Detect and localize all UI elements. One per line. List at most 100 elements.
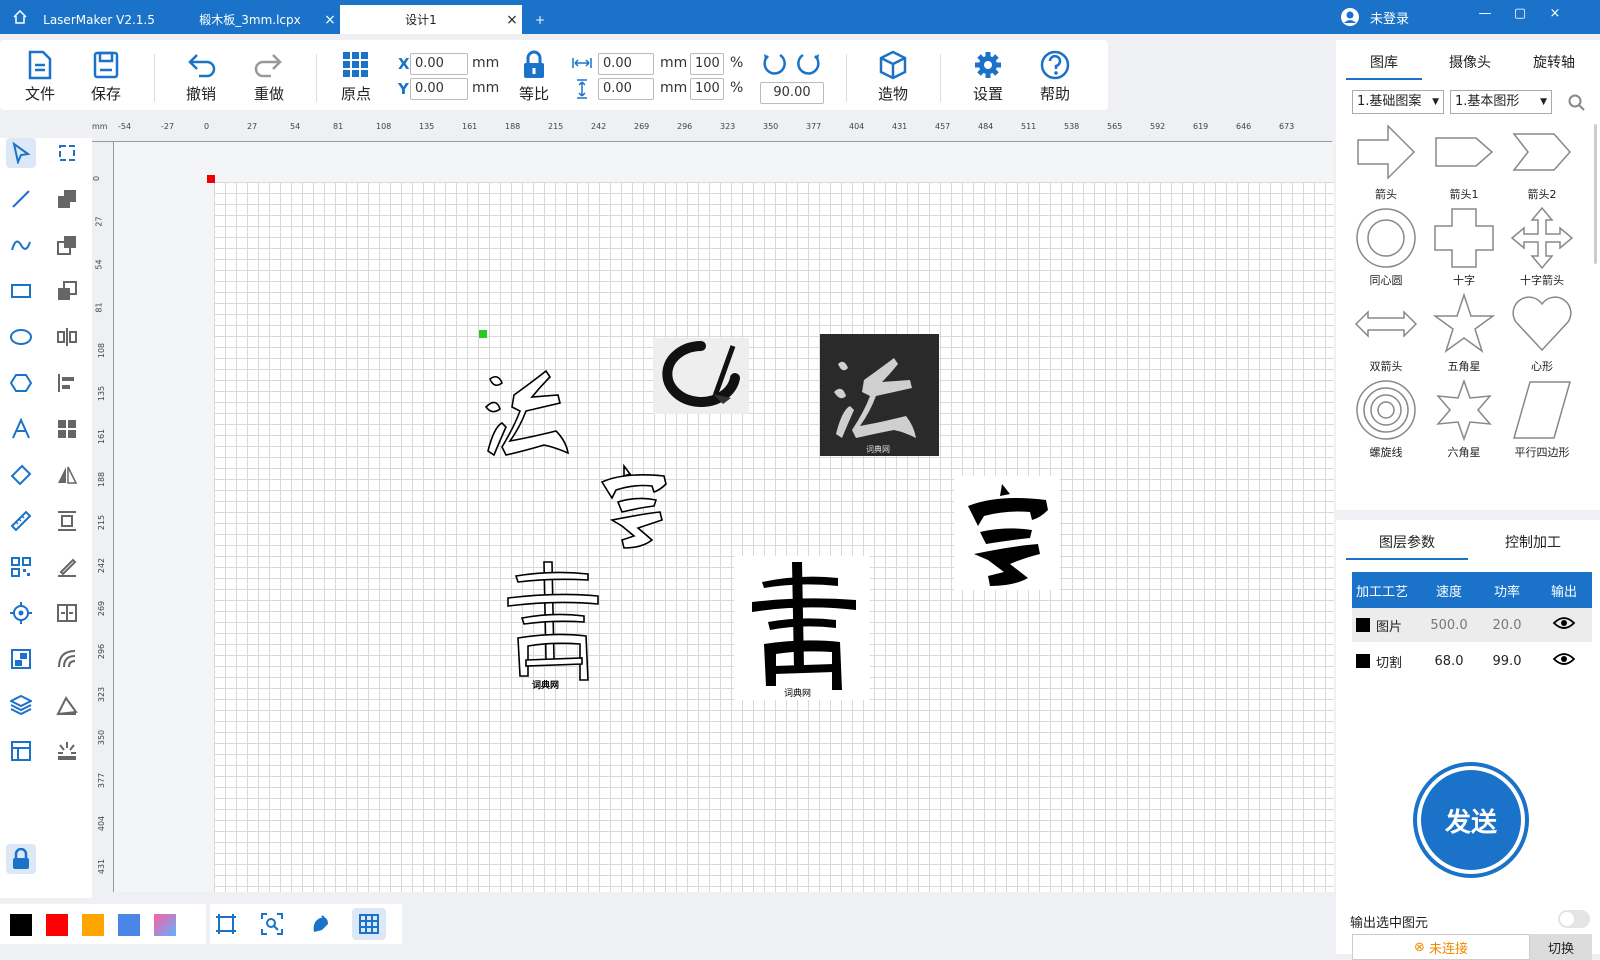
distribute-tool[interactable] <box>52 506 82 536</box>
intersect-tool[interactable] <box>52 276 82 306</box>
redo-button[interactable]: 重做 <box>239 50 299 104</box>
shape-spiral[interactable]: 螺旋线 <box>1348 378 1424 460</box>
line-tool[interactable] <box>6 184 36 214</box>
canvas-grid[interactable] <box>214 182 1334 892</box>
layer-color-swatch[interactable] <box>1356 618 1370 632</box>
color-swatch-blue[interactable] <box>118 914 140 936</box>
origin-button[interactable]: 原点 <box>326 50 386 104</box>
rotate-ccw-icon[interactable] <box>760 50 788 78</box>
width-input[interactable]: 0.00 <box>598 53 654 75</box>
tab-app[interactable]: LaserMaker V2.1.5 <box>40 5 158 34</box>
proportional-lock-button[interactable]: 等比 <box>504 50 564 104</box>
sign-tool[interactable] <box>52 552 82 582</box>
shape-concentric-circle[interactable]: 同心圆 <box>1348 206 1424 288</box>
color-swatch-gradient[interactable] <box>154 914 176 936</box>
width-percent-input[interactable]: 100 <box>690 53 724 75</box>
x-position-input[interactable]: 0.00 <box>410 53 468 75</box>
ellipse-tool[interactable] <box>6 322 36 352</box>
maximize-icon[interactable]: ▢ <box>1510 6 1530 21</box>
shape-cross-arrow[interactable]: 十字箭头 <box>1504 206 1580 288</box>
layer-row[interactable]: 图片 500.0 20.0 <box>1352 608 1592 642</box>
height-percent-input[interactable]: 100 <box>690 78 724 100</box>
output-selected-toggle[interactable] <box>1558 910 1590 928</box>
tab-camera[interactable]: 摄像头 <box>1432 52 1508 72</box>
burst-tool[interactable] <box>52 736 82 766</box>
measure-tool[interactable] <box>6 506 36 536</box>
color-swatch-orange[interactable] <box>82 914 104 936</box>
close-window-icon[interactable]: × <box>1545 6 1565 21</box>
y-position-input[interactable]: 0.00 <box>410 78 468 100</box>
shape-cross[interactable]: 十字 <box>1426 206 1502 288</box>
image-tool[interactable] <box>6 644 36 674</box>
calligraphy-bao-outline[interactable] <box>594 462 674 552</box>
grid-layout-tool[interactable] <box>52 414 82 444</box>
zoom-selection-icon[interactable] <box>260 912 284 936</box>
eraser-tool[interactable] <box>6 460 36 490</box>
build-button[interactable]: 造物 <box>863 50 923 104</box>
minimize-icon[interactable]: — <box>1475 6 1495 21</box>
canvas-lock-button[interactable] <box>6 844 36 874</box>
file-button[interactable]: 文件 <box>10 50 70 104</box>
search-icon[interactable] <box>1568 94 1586 112</box>
align-left-tool[interactable] <box>52 368 82 398</box>
tab-rotary-axis[interactable]: 旋转轴 <box>1516 52 1592 72</box>
mirror-tool[interactable] <box>52 322 82 352</box>
rotate-cw-icon[interactable] <box>795 50 823 78</box>
array-tool[interactable] <box>52 598 82 628</box>
tab-layer-params[interactable]: 图层参数 <box>1346 532 1468 560</box>
undo-button[interactable]: 撤销 <box>171 50 231 104</box>
calligraphy-shu-image[interactable]: 词典网 <box>734 556 870 700</box>
offset-tool[interactable] <box>52 644 82 674</box>
settings-button[interactable]: 设置 <box>958 50 1018 104</box>
text-tool[interactable] <box>6 414 36 444</box>
layout-tool[interactable] <box>6 736 36 766</box>
user-login[interactable]: 未登录 <box>1340 7 1409 27</box>
path-tool[interactable] <box>52 690 82 720</box>
flip-tool[interactable] <box>52 460 82 490</box>
calligraphy-bao-image[interactable] <box>954 476 1060 590</box>
design-canvas[interactable]: 词典网 词典网 词典网 <box>114 142 1334 892</box>
stone-rubbing-fa-image[interactable]: 词典网 <box>820 334 939 456</box>
layers-tool[interactable] <box>6 690 36 720</box>
send-button[interactable]: 发送 <box>1413 762 1529 878</box>
shape-heart[interactable]: 心形 <box>1504 292 1580 374</box>
close-tab-icon[interactable]: × <box>320 12 340 28</box>
height-input[interactable]: 0.00 <box>598 78 654 100</box>
ink-circle-image[interactable] <box>653 338 749 414</box>
eye-icon[interactable] <box>1536 651 1592 671</box>
color-swatch-red[interactable] <box>46 914 68 936</box>
selection-handle[interactable] <box>479 330 487 338</box>
grid-toggle-button[interactable] <box>352 908 386 940</box>
subtract-tool[interactable] <box>52 230 82 260</box>
new-tab-button[interactable]: + <box>530 5 550 34</box>
layer-row[interactable]: 切割 68.0 99.0 <box>1352 644 1592 678</box>
subcategory-select[interactable]: 1.基本图形 ▼ <box>1450 90 1552 114</box>
shape-six-star[interactable]: 六角星 <box>1426 378 1502 460</box>
home-icon[interactable] <box>0 0 40 34</box>
polygon-tool[interactable] <box>6 368 36 398</box>
curve-tool[interactable] <box>6 230 36 260</box>
tab-process-control[interactable]: 控制加工 <box>1472 532 1594 552</box>
select-tool[interactable] <box>6 138 36 168</box>
qrcode-tool[interactable] <box>6 552 36 582</box>
rectangle-tool[interactable] <box>6 276 36 306</box>
switch-button[interactable]: 切换 <box>1530 934 1592 960</box>
library-scrollbar[interactable] <box>1594 124 1597 264</box>
tab-library[interactable]: 图库 <box>1346 52 1422 80</box>
rotation-angle-input[interactable]: 90.00 <box>760 82 824 104</box>
color-swatch-black[interactable] <box>10 914 32 936</box>
union-tool[interactable] <box>52 184 82 214</box>
layer-color-swatch[interactable] <box>1356 654 1370 668</box>
category-select[interactable]: 1.基础图案 ▼ <box>1352 90 1444 114</box>
position-tool[interactable] <box>6 598 36 628</box>
save-button[interactable]: 保存 <box>76 50 136 104</box>
shape-parallelogram[interactable]: 平行四边形 <box>1504 378 1580 460</box>
tab-file[interactable]: 椴木板_3mm.lcpx × <box>180 5 340 34</box>
connection-status[interactable]: ⊗ 未连接 <box>1352 934 1530 960</box>
calligraphy-shu-outline[interactable]: 词典网 <box>502 560 602 692</box>
help-button[interactable]: 帮助 <box>1025 50 1085 104</box>
shape-arrow-1[interactable]: 箭头1 <box>1426 120 1502 202</box>
shape-arrow[interactable]: 箭头 <box>1348 120 1424 202</box>
close-tab-icon[interactable]: × <box>502 12 522 28</box>
pan-hand-icon[interactable] <box>308 912 332 936</box>
